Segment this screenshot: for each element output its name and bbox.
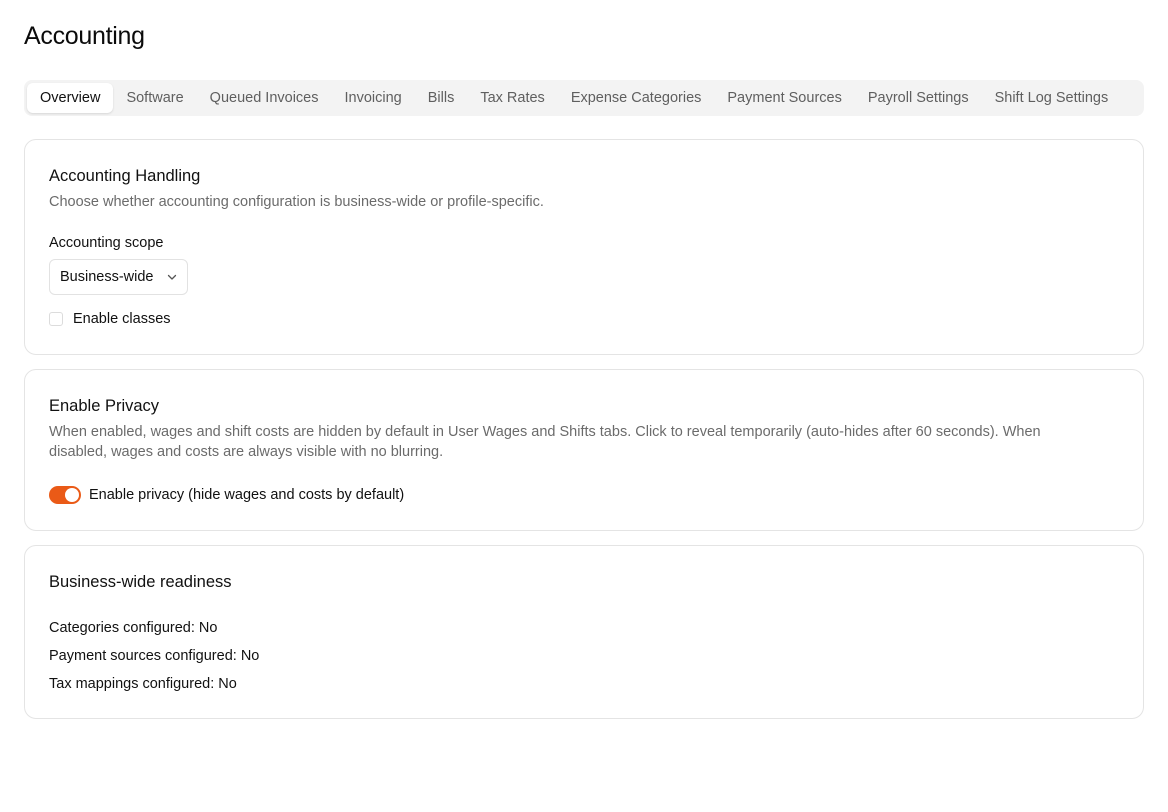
readiness-categories-status: Categories configured: No	[49, 620, 218, 636]
tab-overview[interactable]: Overview	[27, 83, 114, 113]
readiness-payment-sources-status: Payment sources configured: No	[49, 648, 260, 664]
chevron-down-icon	[167, 272, 177, 282]
page-title: Accounting	[24, 22, 145, 50]
privacy-description-line-1: When enabled, wages and shift costs are …	[49, 424, 1041, 440]
privacy-card: Enable Privacy When enabled, wages and s…	[24, 369, 1144, 531]
enable-classes-label: Enable classes	[73, 311, 171, 327]
privacy-toggle-row: Enable privacy (hide wages and costs by …	[49, 486, 404, 504]
privacy-toggle[interactable]	[49, 486, 81, 504]
tab-invoicing[interactable]: Invoicing	[332, 83, 415, 113]
privacy-description-line-2: disabled, wages and costs are always vis…	[49, 444, 444, 460]
accounting-scope-value: Business-wide	[60, 269, 154, 285]
enable-classes-checkbox[interactable]	[49, 312, 63, 326]
tab-software[interactable]: Software	[113, 83, 196, 113]
toggle-knob	[65, 488, 79, 502]
accounting-handling-card: Accounting Handling Choose whether accou…	[24, 139, 1144, 355]
enable-classes-row: Enable classes	[49, 311, 171, 327]
tab-payroll-settings[interactable]: Payroll Settings	[855, 83, 982, 113]
tab-tax-rates[interactable]: Tax Rates	[467, 83, 557, 113]
readiness-title: Business-wide readiness	[49, 573, 232, 591]
tab-expense-categories[interactable]: Expense Categories	[558, 83, 715, 113]
privacy-title: Enable Privacy	[49, 397, 160, 415]
tab-shift-log-settings[interactable]: Shift Log Settings	[982, 83, 1122, 113]
accounting-scope-label: Accounting scope	[49, 235, 164, 251]
privacy-toggle-label: Enable privacy (hide wages and costs by …	[89, 487, 405, 503]
tab-bills[interactable]: Bills	[415, 83, 468, 113]
readiness-tax-mappings-status: Tax mappings configured: No	[49, 676, 237, 692]
tab-payment-sources[interactable]: Payment Sources	[714, 83, 854, 113]
tab-bar: Overview Software Queued Invoices Invoic…	[24, 80, 1144, 116]
accounting-scope-select[interactable]: Business-wide	[49, 259, 188, 295]
accounting-handling-description: Choose whether accounting configuration …	[49, 194, 544, 210]
readiness-card: Business-wide readiness Categories confi…	[24, 545, 1144, 719]
accounting-handling-title: Accounting Handling	[49, 167, 201, 185]
privacy-description: When enabled, wages and shift costs are …	[49, 422, 1041, 462]
tab-queued-invoices[interactable]: Queued Invoices	[197, 83, 332, 113]
